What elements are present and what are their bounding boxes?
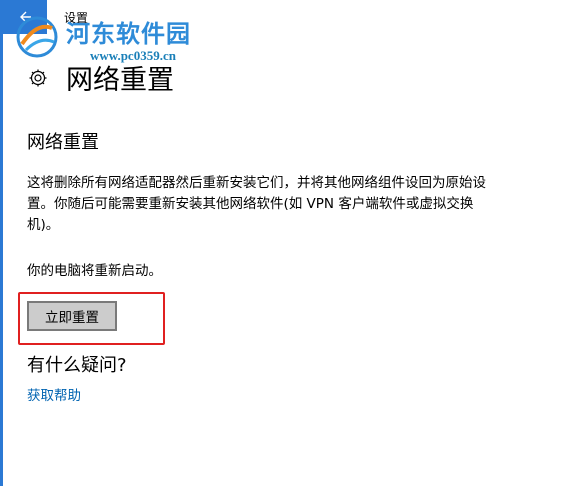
watermark-name: 河东软件园 — [66, 19, 191, 48]
help-question: 有什么疑问? — [27, 355, 127, 376]
reset-now-button[interactable]: 立即重置 — [27, 301, 117, 331]
restart-note: 你的电脑将重新启动。 — [27, 263, 162, 279]
gear-icon — [29, 69, 47, 86]
section-title: 网络重置 — [27, 132, 99, 153]
page-title: 网络重置 — [66, 65, 174, 96]
get-help-link[interactable]: 获取帮助 — [27, 384, 81, 404]
page-header: 网络重置 — [28, 58, 174, 97]
section-description: 这将删除所有网络适配器然后重新安装它们，并将其他网络组件设回为原始设置。你随后可… — [27, 175, 486, 233]
window-left-border — [0, 0, 3, 486]
watermark-logo-icon — [16, 16, 58, 58]
